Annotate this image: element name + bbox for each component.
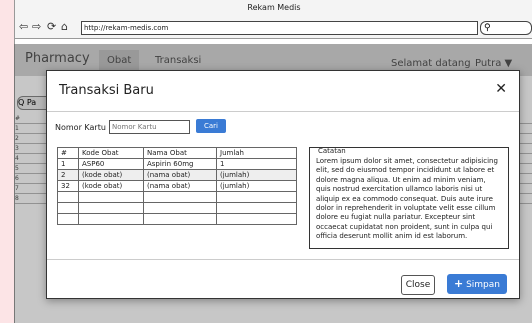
search-button[interactable]: Cari <box>196 119 226 133</box>
modal-title: Transaksi Baru <box>59 83 154 98</box>
cell-code <box>78 202 144 214</box>
browser-search-input[interactable]: ⚲ <box>480 21 532 35</box>
table-row[interactable]: 2 (kode obat) (nama obat) (jumlah) <box>57 169 297 181</box>
cell-number: 1 <box>57 158 79 170</box>
cell-quantity <box>216 202 297 214</box>
search-icon: ⚲ <box>484 23 491 33</box>
cell-quantity <box>216 213 297 225</box>
cell-number <box>57 191 79 203</box>
cell-code <box>78 191 144 203</box>
column-header-code: Kode Obat <box>78 147 144 159</box>
cell-number: 2 <box>57 169 79 181</box>
cell-code: (kode obat) <box>78 180 144 192</box>
table-header-row: # Kode Obat Nama Obat Jumlah <box>57 147 297 159</box>
modal-header: Transaksi Baru ✕ <box>47 71 519 112</box>
cell-quantity <box>216 191 297 203</box>
cell-name: Aspirin 60mg <box>143 158 217 170</box>
modal-footer-divider <box>47 259 519 260</box>
close-icon[interactable]: ✕ <box>495 81 507 97</box>
cell-quantity: (jumlah) <box>216 169 297 181</box>
cell-name: (nama obat) <box>143 180 217 192</box>
transaction-modal: Transaksi Baru ✕ Nomor Kartu Cari # Kode… <box>46 70 520 299</box>
title-bar: Rekam Medis <box>15 0 532 19</box>
table-row[interactable]: 1 ASP60 Aspirin 60mg 1 <box>57 158 297 170</box>
back-arrow-icon[interactable]: ⇦ <box>19 21 28 33</box>
card-number-label: Nomor Kartu <box>55 123 106 132</box>
cell-name <box>143 213 217 225</box>
card-number-input[interactable] <box>109 120 190 134</box>
cell-code: (kode obat) <box>78 169 144 181</box>
cell-name <box>143 191 217 203</box>
url-bar[interactable]: http://rekam-medis.com <box>81 21 478 35</box>
window-title: Rekam Medis <box>247 3 301 12</box>
column-header-name: Nama Obat <box>143 147 217 159</box>
cell-code <box>78 213 144 225</box>
close-button[interactable]: Close <box>401 275 435 295</box>
save-button[interactable]: + Simpan <box>447 274 507 294</box>
table-row[interactable]: 32 (kode obat) (nama obat) (jumlah) <box>57 180 297 192</box>
home-icon[interactable]: ⌂ <box>61 21 68 33</box>
notes-content: Lorem ipsum dolor sit amet, consectetur … <box>316 157 498 241</box>
browser-toolbar: ⇦ ⇨ ⟳ ⌂ http://rekam-medis.com ⚲ <box>15 18 532 39</box>
notes-label: Catatan <box>316 147 348 155</box>
table-row <box>57 202 297 214</box>
cell-code: ASP60 <box>78 158 144 170</box>
table-row <box>57 191 297 203</box>
cell-number <box>57 202 79 214</box>
save-button-label: Simpan <box>466 280 500 290</box>
forward-arrow-icon[interactable]: ⇨ <box>32 21 41 33</box>
cell-quantity: (jumlah) <box>216 180 297 192</box>
cell-number <box>57 213 79 225</box>
refresh-icon[interactable]: ⟳ <box>47 21 56 33</box>
plus-icon: + <box>453 277 464 290</box>
column-header-quantity: Jumlah <box>216 147 297 159</box>
notes-textarea[interactable]: Catatan Lorem ipsum dolor sit amet, cons… <box>309 147 509 249</box>
cell-quantity: 1 <box>216 158 297 170</box>
cell-name <box>143 202 217 214</box>
table-row <box>57 213 297 225</box>
cell-name: (nama obat) <box>143 169 217 181</box>
cell-number: 32 <box>57 180 79 192</box>
column-header-number: # <box>57 147 79 159</box>
medicine-table: # Kode Obat Nama Obat Jumlah 1 ASP60 Asp… <box>57 147 297 225</box>
